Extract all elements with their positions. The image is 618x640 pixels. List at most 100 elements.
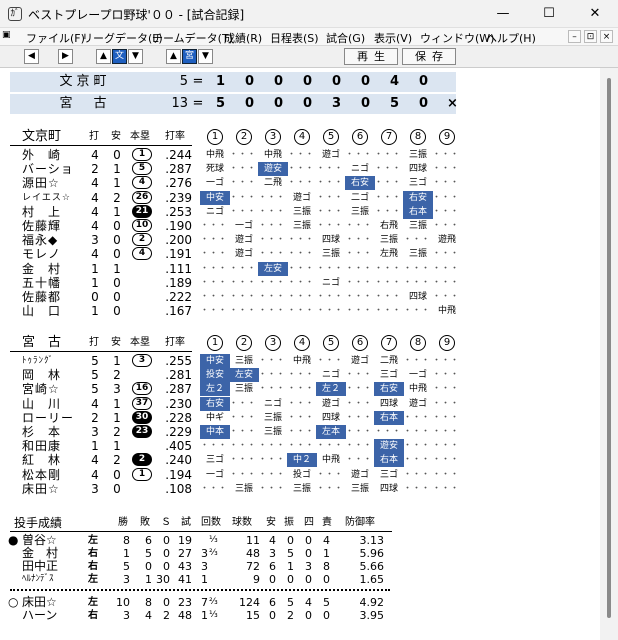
empty-cell: ・・・・・ [229, 412, 259, 423]
maximize-button[interactable]: ☐ [526, 0, 572, 28]
inning-header: 2 [236, 335, 252, 351]
menu-view[interactable]: 表示(V) [374, 30, 412, 46]
empty-cell: ・・・・・ [316, 192, 346, 203]
menu-help[interactable]: ヘルプ(H) [486, 30, 536, 46]
batting-average: .190 [165, 219, 192, 233]
plate-appearance: 中安 [200, 190, 230, 205]
empty-cell: ・・・・・ [287, 263, 317, 274]
pitcher-er: 1 [323, 547, 330, 560]
decision-mark: ● [8, 533, 19, 547]
app-icon: ｶﾞ [8, 7, 22, 21]
close-button[interactable]: ✕ [572, 0, 618, 28]
pitcher-row: 金 村右 1 5 0 27 48 3 5 0 1 5.96 3 ⅔ [0, 547, 600, 561]
batting-average: .287 [165, 382, 192, 397]
at-bats: 1 [91, 275, 99, 290]
menu-team-data[interactable]: チームデータ(T) [152, 30, 233, 46]
empty-cell: ・・・・・ [258, 441, 288, 452]
menu-schedule[interactable]: 日程表(S) [270, 30, 319, 46]
empty-cell: ・・・・・ [229, 306, 259, 317]
home-run-count: 23 [132, 425, 152, 438]
pitching-col-header: 安 [266, 517, 276, 528]
home-run-count: 4 [132, 176, 152, 190]
menu-file[interactable]: ファイル(F) [26, 30, 85, 46]
save-button[interactable]: 保存 [402, 48, 456, 65]
empty-cell: ・・・・・ [229, 164, 259, 175]
empty-cell: ・・・・・ [316, 483, 346, 494]
menu-league-data[interactable]: リーグデータ(L) [82, 30, 163, 46]
team1-down-button[interactable]: ▼ [128, 49, 143, 64]
col-ab: 打 [89, 131, 99, 142]
team2-down-button[interactable]: ▼ [198, 49, 213, 64]
team2-up-button[interactable]: ▲ [166, 49, 181, 64]
plate-appearance: 三振 [234, 356, 253, 366]
document-icon[interactable]: ▣ [2, 30, 11, 40]
empty-cell: ・・・・・ [345, 441, 375, 452]
batter-row: レイエス☆4226.239中安・・・・・・・・・・遊ゴ・・・・・二ゴ・・・・・右… [0, 190, 600, 205]
empty-cell: ・・・・・ [316, 441, 346, 452]
pitcher-pitches: 11 [246, 534, 260, 547]
plate-appearance: ニゴ [263, 398, 282, 409]
batting-average: .222 [165, 290, 192, 304]
team2-select[interactable]: 宮 [182, 49, 197, 64]
plate-appearance: 中飛 [437, 306, 456, 317]
empty-cell: ・・・・・ [200, 277, 230, 288]
plate-appearance: 中飛 [205, 150, 224, 160]
pitcher-g: 43 [178, 560, 192, 573]
inning-score: 0 [418, 96, 429, 111]
play-button[interactable]: 再生 [344, 48, 398, 65]
window-title: ベストプレープロ野球'００ - [試合記録] [28, 8, 245, 22]
next-button[interactable]: ▶ [58, 49, 73, 64]
batter-row: 山 川4137.230右安・・・・・ニゴ・・・・・遊ゴ・・・・・四球遊ゴ・・・・… [0, 396, 600, 411]
batter-row: 松本剛401.194一ゴ・・・・・・・・・・投ゴ・・・・・遊ゴ三ゴ・・・・・・・… [0, 467, 600, 482]
empty-cell: ・・・・・ [345, 277, 375, 288]
inning-header: 9 [439, 335, 455, 351]
plate-appearance: 三振 [408, 221, 427, 231]
line-score-row: 宮 古 13 = 5 0 0 0 3 0 5 0 × [10, 94, 458, 114]
total-runs: 13 [171, 96, 188, 111]
empty-cell: ・・・・・ [200, 221, 230, 231]
game-record-content: 文京町 5 = 1 0 0 0 0 0 4 0 宮 古 13 = 5 0 0 0 3 0 5 0 × 文京町打安本塁 打率 1 2… [0, 68, 600, 640]
empty-cell: ・・・・・ [403, 412, 433, 423]
home-run-count: 4 [132, 247, 152, 261]
hits: 1 [113, 396, 121, 411]
empty-cell: ・・・・・ [258, 277, 288, 288]
prev-button[interactable]: ◀ [24, 49, 39, 64]
header-rule [10, 145, 192, 146]
menu-game[interactable]: 試合(G) [326, 30, 365, 46]
team1-select[interactable]: 文 [112, 49, 127, 64]
plate-appearance: ニゴ [205, 206, 224, 217]
pitcher-l: 8 [145, 596, 152, 609]
mdi-close-button[interactable]: × [600, 30, 613, 43]
hits: 0 [113, 219, 121, 233]
plate-appearance: 四球 [321, 235, 340, 246]
plate-appearance: 右安 [200, 396, 230, 411]
inning-header: 4 [294, 129, 310, 145]
empty-cell: ・・・・・ [229, 469, 259, 480]
inning-score: 3 [331, 96, 342, 111]
inning-score: 0 [418, 74, 429, 89]
empty-cell: ・・・・・ [403, 306, 433, 317]
plate-appearance: 二飛 [263, 178, 282, 189]
batter-name: 山 口 [22, 304, 62, 319]
empty-cell: ・・・・・ [374, 178, 404, 189]
plate-appearance: 左２ [200, 382, 230, 397]
mdi-restore-button[interactable]: ⊡ [584, 30, 597, 43]
menu-window[interactable]: ウィンドウ(W) [420, 30, 494, 46]
empty-cell: ・・・・・ [200, 306, 230, 317]
empty-cell: ・・・・・ [432, 398, 462, 409]
team1-up-button[interactable]: ▲ [96, 49, 111, 64]
menu-records[interactable]: 成績(R) [224, 30, 262, 46]
minimize-button[interactable]: — [480, 0, 526, 28]
plate-appearance: 左安 [258, 261, 288, 276]
plate-appearance: 三振 [234, 483, 253, 494]
mdi-minimize-button[interactable]: – [568, 30, 581, 43]
batter-name: ﾄｩﾗﾝｸﾞ [22, 356, 55, 366]
empty-cell: ・・・・・ [200, 292, 230, 302]
scrollbar-thumb[interactable] [607, 78, 611, 618]
vertical-scrollbar[interactable] [600, 68, 618, 640]
home-run-count: 16 [132, 382, 152, 396]
plate-appearance: 三振 [292, 483, 311, 494]
pitcher-w: 10 [116, 596, 130, 609]
empty-cell: ・・・・・ [432, 221, 462, 231]
empty-cell: ・・・・・ [345, 427, 375, 437]
